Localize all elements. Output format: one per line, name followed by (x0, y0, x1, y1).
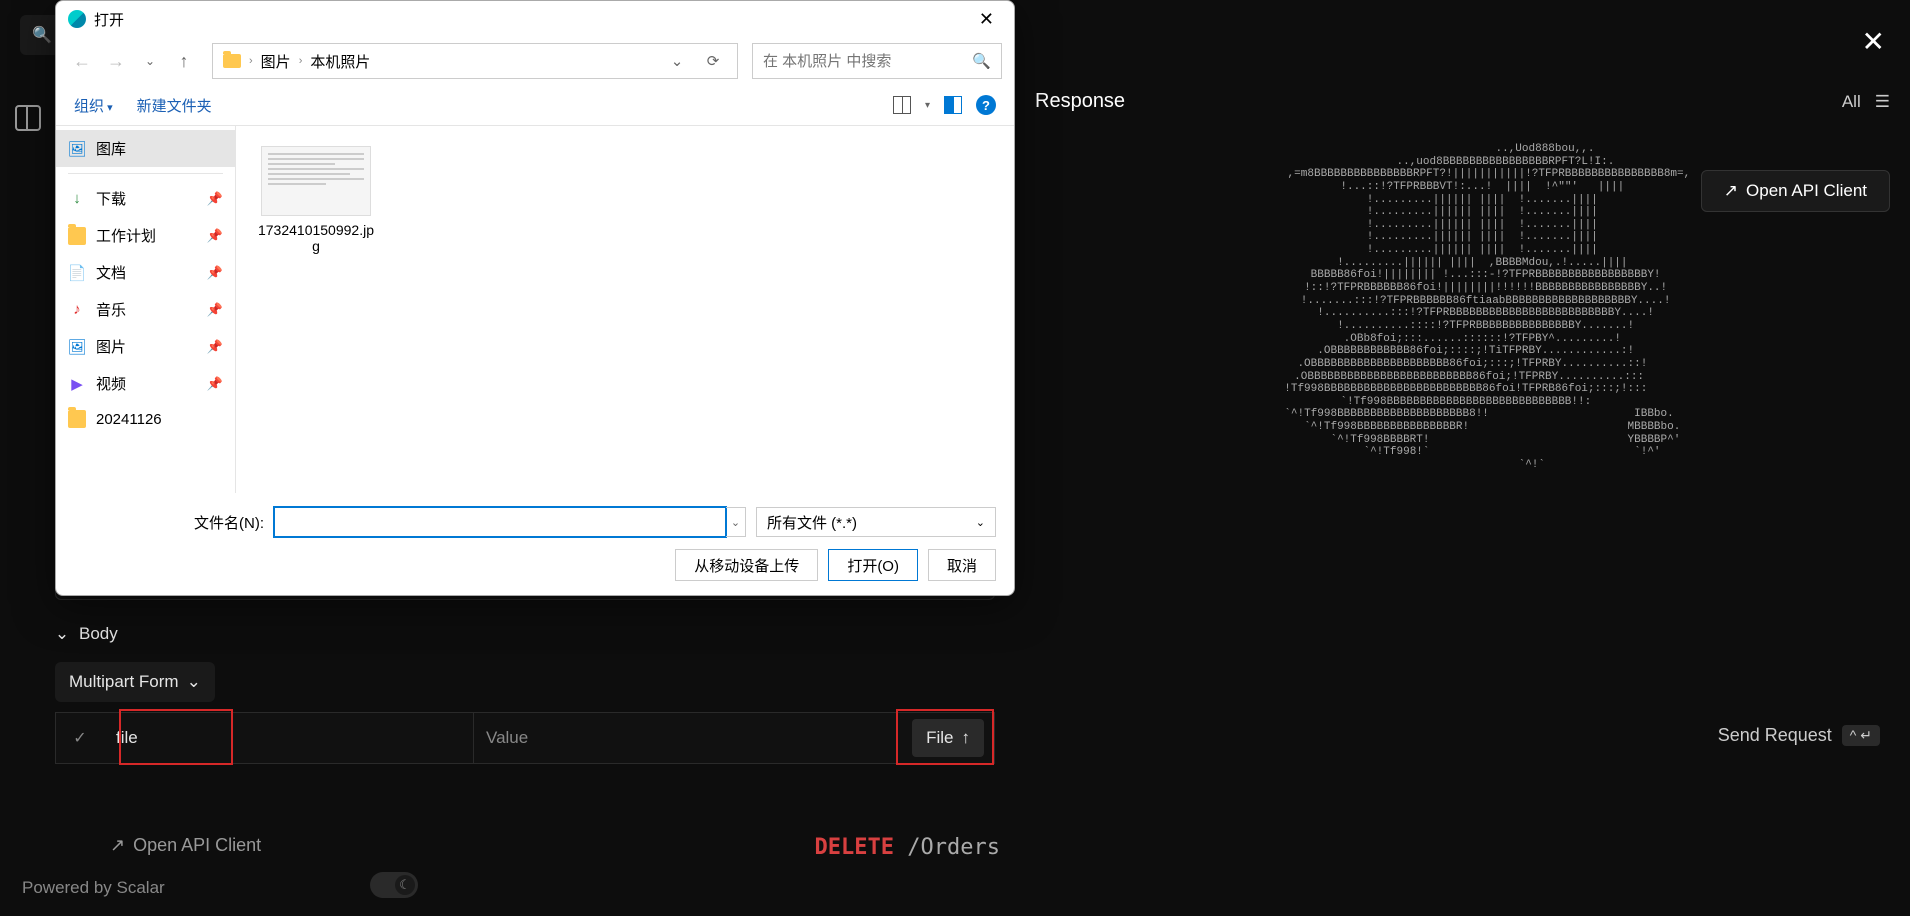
external-link-icon: ↗ (110, 835, 125, 856)
chevron-right-icon: › (299, 55, 303, 67)
sidebar-label: 图片 (96, 336, 126, 357)
dialog-sidebar: 🖼 图库 ↓ 下载 📌 工作计划 📌 📄 文档 📌 ♪ 音乐 (56, 126, 236, 493)
file-thumbnail (261, 146, 371, 216)
nav-up-icon[interactable]: ↑ (170, 47, 198, 75)
sidebar-label: 文档 (96, 262, 126, 283)
breadcrumb[interactable]: › 图片 › 本机照片 ⌄ ⟳ (212, 43, 738, 79)
sidebar-label: 图库 (96, 138, 126, 159)
filename-input[interactable] (274, 507, 726, 537)
pin-icon: 📌 (207, 339, 223, 355)
file-filter-select[interactable]: 所有文件 (*.*) ⌄ (756, 507, 996, 537)
filter-all[interactable]: All (1842, 92, 1861, 112)
upload-mobile-button[interactable]: 从移动设备上传 (675, 549, 818, 581)
filter-label: 所有文件 (*.*) (767, 512, 857, 533)
file-open-dialog: 打开 ✕ ← → ⌄ ↑ › 图片 › 本机照片 ⌄ ⟳ 🔍 组织 新建文件夹 … (55, 0, 1015, 596)
view-mode-icon[interactable] (893, 96, 911, 114)
theme-toggle[interactable]: ☾ (370, 872, 418, 898)
sidebar-item-documents[interactable]: 📄 文档 📌 (56, 254, 235, 291)
folder-icon (68, 410, 86, 428)
music-icon: ♪ (68, 301, 86, 319)
multipart-label: Multipart Form (69, 672, 179, 692)
open-api-client-button[interactable]: ↗ Open API Client (1701, 170, 1890, 212)
open-button[interactable]: 打开(O) (828, 549, 918, 581)
file-list[interactable]: 1732410150992.jpg (236, 126, 1014, 493)
view-dropdown-icon[interactable]: ▾ (925, 100, 930, 111)
external-link-icon: ↗ (1724, 181, 1738, 201)
open-api-link[interactable]: ↗ Open API Client (110, 835, 261, 856)
filename-dropdown-icon[interactable]: ⌄ (726, 507, 746, 537)
sidebar-item-workplan[interactable]: 工作计划 📌 (56, 217, 235, 254)
body-section[interactable]: ⌄ Body (55, 616, 995, 652)
panel-toggle-icon[interactable] (15, 105, 41, 131)
chevron-down-icon: ⌄ (55, 627, 69, 641)
pictures-icon: 🖼 (68, 338, 86, 356)
divider (68, 173, 223, 174)
file-item[interactable]: 1732410150992.jpg (256, 146, 376, 254)
search-input[interactable]: 🔍 (752, 43, 1002, 79)
dialog-title: 打开 (94, 9, 124, 30)
moon-icon: ☾ (399, 877, 411, 893)
filter-icon[interactable]: ☰ (1875, 92, 1890, 112)
sidebar-item-folder-date[interactable]: 20241126 (56, 402, 235, 436)
sidebar-item-videos[interactable]: ▶ 视频 📌 (56, 365, 235, 402)
cancel-button[interactable]: 取消 (928, 549, 996, 581)
gallery-icon: 🖼 (68, 140, 86, 158)
nav-forward-icon[interactable]: → (102, 47, 130, 75)
pin-icon: 📌 (207, 265, 223, 281)
pin-icon: 📌 (207, 376, 223, 392)
breadcrumb-item[interactable]: 本机照片 (310, 51, 370, 72)
video-icon: ▶ (68, 375, 86, 393)
download-icon: ↓ (68, 190, 86, 208)
nav-dropdown-icon[interactable]: ⌄ (136, 47, 164, 75)
sidebar-item-pictures[interactable]: 🖼 图片 📌 (56, 328, 235, 365)
sidebar-item-music[interactable]: ♪ 音乐 📌 (56, 291, 235, 328)
nav-back-icon[interactable]: ← (68, 47, 96, 75)
endpoint-display: DELETE /Orders (815, 835, 1000, 860)
body-label: Body (79, 624, 118, 644)
highlight-marker (896, 709, 994, 765)
chevron-down-icon: ⌄ (976, 516, 985, 529)
refresh-icon[interactable]: ⟳ (699, 52, 727, 70)
sidebar-label: 工作计划 (96, 225, 156, 246)
close-icon[interactable]: ✕ (971, 7, 1002, 32)
sidebar-label: 下载 (96, 188, 126, 209)
send-request-hint: Send Request ^ ↵ (1718, 725, 1880, 746)
body-value-input[interactable]: Value (474, 713, 902, 763)
kbd-shortcut: ^ ↵ (1842, 725, 1880, 746)
chevron-down-icon: ⌄ (187, 672, 201, 692)
sidebar-label: 音乐 (96, 299, 126, 320)
powered-by: Powered by Scalar (22, 878, 165, 898)
sidebar-item-downloads[interactable]: ↓ 下载 📌 (56, 180, 235, 217)
close-icon[interactable]: ✕ (1862, 25, 1885, 58)
folder-icon (68, 227, 86, 245)
file-name: 1732410150992.jpg (256, 222, 376, 254)
pin-icon: 📌 (207, 191, 223, 207)
search-icon: 🔍 (972, 52, 991, 70)
preview-pane-icon[interactable] (944, 96, 962, 114)
chevron-right-icon: › (249, 55, 253, 67)
response-title: Response (1035, 90, 1125, 113)
organize-menu[interactable]: 组织 (74, 95, 113, 116)
highlight-marker (119, 709, 233, 765)
filename-label: 文件名(N): (74, 512, 264, 533)
pin-icon: 📌 (207, 302, 223, 318)
sidebar-item-gallery[interactable]: 🖼 图库 (56, 130, 235, 167)
pin-icon: 📌 (207, 228, 223, 244)
sidebar-label: 20241126 (96, 411, 162, 428)
body-type-select[interactable]: Multipart Form ⌄ (55, 662, 215, 702)
breadcrumb-dropdown-icon[interactable]: ⌄ (663, 52, 691, 70)
search-field[interactable] (763, 53, 972, 70)
row-check[interactable]: ✓ (56, 713, 104, 763)
help-icon[interactable]: ? (976, 95, 996, 115)
sidebar-label: 视频 (96, 373, 126, 394)
document-icon: 📄 (68, 264, 86, 282)
open-api-label: Open API Client (1746, 181, 1867, 201)
folder-icon (223, 54, 241, 68)
app-icon (68, 10, 86, 28)
breadcrumb-item[interactable]: 图片 (261, 51, 291, 72)
new-folder-button[interactable]: 新建文件夹 (137, 95, 212, 116)
